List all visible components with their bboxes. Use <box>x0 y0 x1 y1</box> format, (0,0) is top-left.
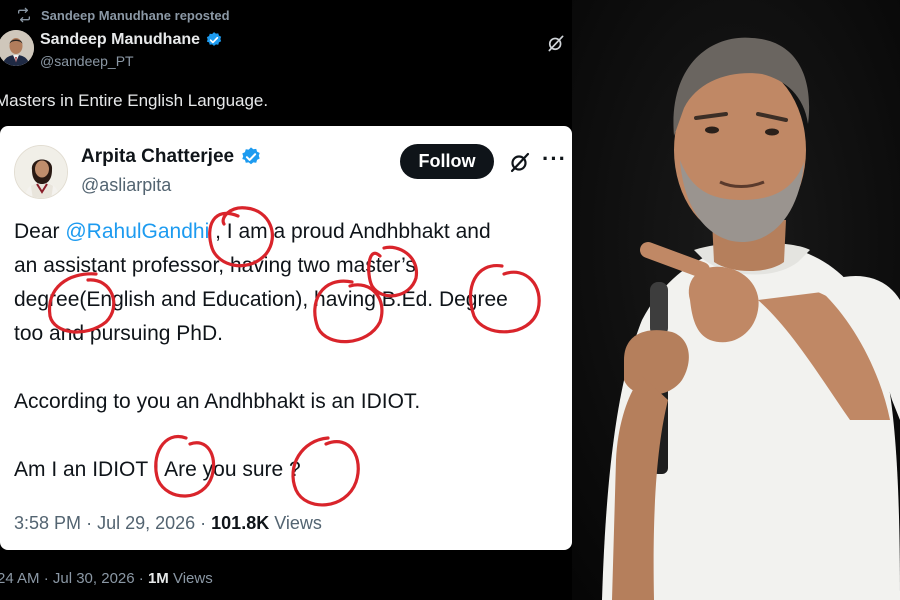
tweet-line-text: Dear <box>14 220 66 243</box>
tweet-date[interactable]: Jul 30, 2026 <box>53 570 135 587</box>
verified-badge-icon <box>242 147 260 165</box>
avatar[interactable] <box>14 145 68 199</box>
repost-label: Sandeep Manudhane reposted <box>41 7 230 23</box>
quoted-author-handle[interactable]: @asliarpita <box>81 175 171 196</box>
repost-indicator: Sandeep Manudhane reposted <box>16 7 230 23</box>
meta-separator: · <box>138 570 148 587</box>
tweet-date[interactable]: Jul 29, 2026 <box>97 513 195 533</box>
tweet-line: too and pursuing PhD. <box>14 322 223 345</box>
tweet-line-text: , I am a proud Andhbhakt and <box>209 220 491 243</box>
annotation-circle <box>291 436 360 507</box>
follow-button[interactable]: Follow <box>400 144 494 179</box>
quoted-tweet-card[interactable]: Arpita Chatterjee @asliarpita Follow ···… <box>0 126 572 550</box>
verified-badge-icon <box>206 32 222 46</box>
tweet-time[interactable]: 24 AM <box>0 570 40 587</box>
views-label: Views <box>274 513 322 533</box>
speaker-illustration <box>572 0 900 600</box>
author-name-row[interactable]: Sandeep Manudhane <box>40 31 223 49</box>
more-icon[interactable]: ··· <box>542 148 567 170</box>
meta-separator: · <box>43 570 53 587</box>
tweet-time[interactable]: 3:58 PM <box>14 513 81 533</box>
grok-icon[interactable] <box>546 33 566 53</box>
tweet-line: an assistant professor, having two maste… <box>14 254 416 277</box>
views-count: 101.8K <box>211 513 270 533</box>
meta-separator: · <box>86 513 98 533</box>
speaker-photo <box>572 0 900 600</box>
repost-icon <box>18 7 30 23</box>
views-label: Views <box>172 570 213 587</box>
grok-icon[interactable] <box>508 150 532 174</box>
tweet-line: Am I an IDIOT ! Are you sure ? <box>14 458 301 481</box>
quoted-author-name-row[interactable]: Arpita Chatterjee <box>81 146 262 168</box>
tweet-line: degree(English and Education), having B.… <box>14 288 508 311</box>
author-name[interactable]: Sandeep Manudhane <box>40 31 200 49</box>
avatar[interactable] <box>0 30 34 66</box>
quoted-author-name[interactable]: Arpita Chatterjee <box>81 146 234 168</box>
author-handle[interactable]: @sandeep_PT <box>40 53 134 69</box>
meta-separator: · <box>200 513 212 533</box>
tweet-text: Masters in Entire English Language. <box>0 91 269 110</box>
quoted-tweet-meta: 3:58 PM · Jul 29, 2026 · 101.8K Views <box>14 513 322 534</box>
tweet-line: According to you an Andhbhakt is an IDIO… <box>14 390 421 413</box>
tweet-screenshot: Sandeep Manudhane reposted Sandeep Manud… <box>0 0 572 600</box>
tweet-line: Dear @RahulGandhi , I am a proud Andhbha… <box>14 220 491 244</box>
mention-link[interactable]: @RahulGandhi <box>65 220 209 243</box>
views-count: 1M <box>147 570 169 587</box>
outer-tweet-meta: 24 AM · Jul 30, 2026 · 1M Views <box>0 570 213 587</box>
